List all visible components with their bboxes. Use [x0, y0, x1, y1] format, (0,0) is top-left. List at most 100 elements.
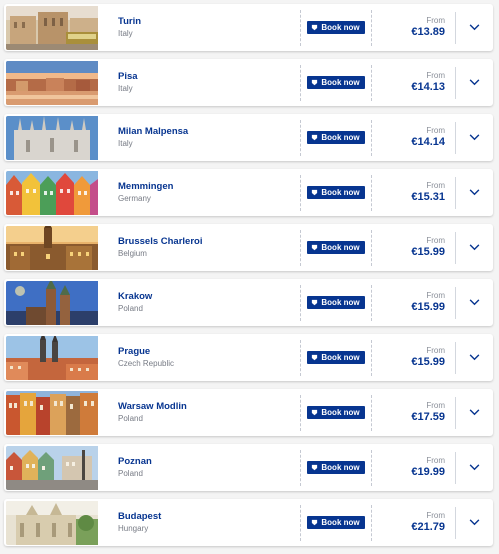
destination-image[interactable]: [6, 115, 98, 160]
price-from-label: From: [426, 236, 445, 245]
book-now-button[interactable]: Book now: [307, 186, 365, 199]
destination-image[interactable]: [6, 445, 98, 490]
destination-info: Krakow Poland: [118, 291, 294, 314]
book-now-label: Book now: [321, 133, 360, 142]
destination-card[interactable]: Memmingen Germany Book now From €15.31: [4, 169, 493, 216]
book-now-label: Book now: [321, 243, 360, 252]
shield-icon: [312, 134, 318, 141]
destination-card[interactable]: Brussels Charleroi Belgium Book now From…: [4, 224, 493, 271]
price-block: From €15.31: [372, 181, 455, 204]
destination-info: Pisa Italy: [118, 71, 294, 94]
book-now-button[interactable]: Book now: [307, 241, 365, 254]
price-from-label: From: [426, 511, 445, 520]
city-name[interactable]: Warsaw Modlin: [118, 401, 294, 413]
book-now-label: Book now: [321, 23, 360, 32]
price-from-label: From: [426, 181, 445, 190]
destination-image[interactable]: [6, 225, 98, 270]
book-now-button[interactable]: Book now: [307, 21, 365, 34]
destination-image[interactable]: [6, 60, 98, 105]
chevron-down-icon: [469, 519, 479, 526]
city-name[interactable]: Brussels Charleroi: [118, 236, 294, 248]
city-name[interactable]: Prague: [118, 346, 294, 358]
price-from-label: From: [426, 126, 445, 135]
expand-button[interactable]: [456, 279, 492, 326]
shield-icon: [312, 464, 318, 471]
chevron-down-icon: [469, 299, 479, 306]
destination-image[interactable]: [6, 280, 98, 325]
country-name: Italy: [118, 84, 133, 93]
shield-icon: [312, 409, 318, 416]
destination-image[interactable]: [6, 500, 98, 545]
destination-image[interactable]: [6, 170, 98, 215]
destination-card[interactable]: Budapest Hungary Book now From €21.79: [4, 499, 493, 546]
chevron-down-icon: [469, 354, 479, 361]
chevron-down-icon: [469, 189, 479, 196]
price-block: From €15.99: [372, 236, 455, 259]
shield-icon: [312, 24, 318, 31]
expand-button[interactable]: [456, 4, 492, 51]
expand-button[interactable]: [456, 444, 492, 491]
price-from-label: From: [426, 456, 445, 465]
shield-icon: [312, 299, 318, 306]
book-now-button[interactable]: Book now: [307, 296, 365, 309]
expand-button[interactable]: [456, 334, 492, 381]
book-now-label: Book now: [321, 188, 360, 197]
shield-icon: [312, 354, 318, 361]
expand-button[interactable]: [456, 389, 492, 436]
city-name[interactable]: Budapest: [118, 511, 294, 523]
price-block: From €15.99: [372, 291, 455, 314]
destination-info: Memmingen Germany: [118, 181, 294, 204]
expand-button[interactable]: [456, 169, 492, 216]
destination-info: Milan Malpensa Italy: [118, 126, 294, 149]
price-block: From €15.99: [372, 346, 455, 369]
country-name: Poland: [118, 414, 143, 423]
city-name[interactable]: Poznan: [118, 456, 294, 468]
destination-info: Budapest Hungary: [118, 511, 294, 534]
destination-image[interactable]: [6, 390, 98, 435]
price-value: €14.14: [411, 136, 445, 148]
country-name: Belgium: [118, 249, 147, 258]
book-now-button[interactable]: Book now: [307, 406, 365, 419]
expand-button[interactable]: [456, 59, 492, 106]
city-name[interactable]: Pisa: [118, 71, 294, 83]
city-name[interactable]: Memmingen: [118, 181, 294, 193]
destination-card[interactable]: Milan Malpensa Italy Book now From €14.1…: [4, 114, 493, 161]
price-value: €15.99: [411, 301, 445, 313]
city-name[interactable]: Krakow: [118, 291, 294, 303]
book-now-button[interactable]: Book now: [307, 351, 365, 364]
destination-info: Prague Czech Republic: [118, 346, 294, 369]
price-from-label: From: [426, 401, 445, 410]
price-value: €15.99: [411, 356, 445, 368]
price-value: €14.13: [411, 81, 445, 93]
destination-card[interactable]: Warsaw Modlin Poland Book now From €17.5…: [4, 389, 493, 436]
destination-info: Warsaw Modlin Poland: [118, 401, 294, 424]
price-value: €21.79: [411, 521, 445, 533]
price-value: €15.99: [411, 246, 445, 258]
shield-icon: [312, 519, 318, 526]
price-block: From €21.79: [372, 511, 455, 534]
destination-image[interactable]: [6, 335, 98, 380]
destination-card[interactable]: Prague Czech Republic Book now From €15.…: [4, 334, 493, 381]
price-from-label: From: [426, 346, 445, 355]
book-now-label: Book now: [321, 298, 360, 307]
destination-card[interactable]: Poznan Poland Book now From €19.99: [4, 444, 493, 491]
chevron-down-icon: [469, 79, 479, 86]
expand-button[interactable]: [456, 224, 492, 271]
expand-button[interactable]: [456, 114, 492, 161]
destination-card[interactable]: Pisa Italy Book now From €14.13: [4, 59, 493, 106]
destination-card[interactable]: Turin Italy Book now From €13.89: [4, 4, 493, 51]
city-name[interactable]: Milan Malpensa: [118, 126, 294, 138]
book-now-button[interactable]: Book now: [307, 131, 365, 144]
expand-button[interactable]: [456, 499, 492, 546]
destination-info: Turin Italy: [118, 16, 294, 39]
book-now-button[interactable]: Book now: [307, 461, 365, 474]
book-now-button[interactable]: Book now: [307, 76, 365, 89]
destination-info: Brussels Charleroi Belgium: [118, 236, 294, 259]
destination-card[interactable]: Krakow Poland Book now From €15.99: [4, 279, 493, 326]
book-now-label: Book now: [321, 463, 360, 472]
city-name[interactable]: Turin: [118, 16, 294, 28]
country-name: Czech Republic: [118, 359, 175, 368]
destination-image[interactable]: [6, 5, 98, 50]
book-now-button[interactable]: Book now: [307, 516, 365, 529]
shield-icon: [312, 244, 318, 251]
